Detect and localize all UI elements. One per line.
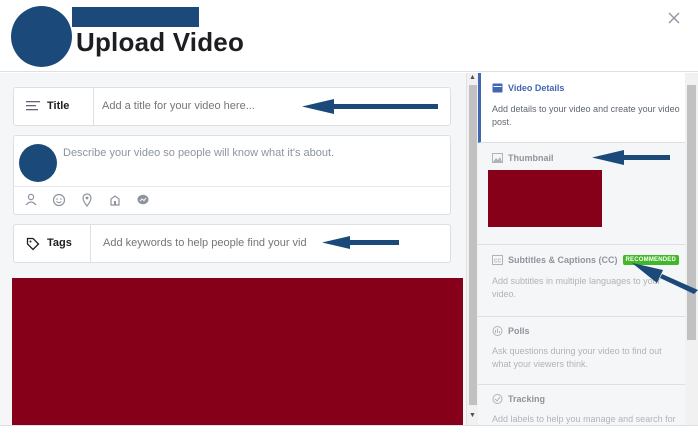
close-button[interactable]	[664, 8, 684, 28]
emoji-icon[interactable]	[52, 193, 66, 207]
sidebar-item-polls[interactable]: Polls Ask questions during your video to…	[478, 317, 685, 385]
sidebar-scrollbar[interactable]	[685, 73, 698, 425]
sidebar-item-label: Tracking	[508, 394, 546, 404]
page-title: Upload Video	[76, 27, 245, 57]
title-label: Title	[47, 100, 70, 112]
scrollbar-thumb[interactable]	[469, 85, 477, 405]
form-scrollbar[interactable]: ▲ ▼	[466, 73, 478, 425]
scroll-up-icon[interactable]: ▲	[469, 74, 476, 81]
sidebar-item-label: Thumbnail	[508, 153, 554, 163]
dialog-footer	[0, 425, 698, 434]
video-details-icon	[492, 83, 503, 93]
sidebar-item-description: Add details to your video and create you…	[492, 104, 680, 127]
author-avatar	[19, 144, 57, 182]
scroll-down-icon[interactable]: ▼	[469, 412, 476, 419]
sidebar-item-tracking[interactable]: Tracking Add labels to help you manage a…	[478, 385, 685, 425]
divider	[14, 186, 450, 187]
sidebar-item-video-details[interactable]: Video Details Add details to your video …	[478, 73, 685, 143]
title-input[interactable]	[102, 100, 442, 112]
tag-icon	[26, 237, 40, 251]
divider	[93, 88, 94, 125]
text-lines-icon	[26, 101, 40, 111]
profile-avatar	[11, 6, 72, 67]
recommended-badge: RECOMMENDED	[622, 255, 680, 265]
sidebar-item-description: Add subtitles in multiple languages to y…	[492, 276, 661, 299]
video-form-pane: Title Describe your video so people will…	[0, 73, 466, 425]
redacted-page-name	[72, 7, 199, 27]
redacted-video-preview	[12, 278, 463, 425]
sidebar-item-label: Video Details	[508, 83, 565, 93]
description-card: Describe your video so people will know …	[13, 135, 451, 215]
title-field-card: Title	[13, 87, 451, 126]
svg-text:CC: CC	[494, 259, 502, 265]
sidebar-item-label: Polls	[508, 326, 530, 336]
sidebar-item-subtitles[interactable]: CC Subtitles & Captions (CC) RECOMMENDED…	[478, 245, 685, 317]
divider	[90, 225, 91, 262]
cc-icon: CC	[492, 255, 503, 265]
dialog-header: Upload Video	[0, 0, 698, 72]
tags-input[interactable]	[103, 237, 443, 249]
location-icon[interactable]	[80, 193, 94, 207]
video-options-sidebar: Video Details Add details to your video …	[478, 73, 685, 425]
tags-label: Tags	[47, 237, 72, 249]
sidebar-item-description: Ask questions during your video to find …	[492, 346, 662, 369]
tag-people-icon[interactable]	[24, 193, 38, 207]
redacted-thumbnail	[488, 170, 602, 227]
image-icon	[492, 153, 503, 163]
sidebar-item-thumbnail[interactable]: Thumbnail	[478, 143, 685, 245]
sidebar-item-label: Subtitles & Captions (CC)	[508, 255, 618, 265]
tracking-icon	[492, 394, 503, 404]
poll-icon	[492, 326, 503, 336]
sidebar-item-description: Add labels to help you manage and search…	[492, 414, 676, 424]
close-icon	[668, 12, 680, 24]
description-input[interactable]: Describe your video so people will know …	[63, 147, 443, 159]
messenger-icon[interactable]	[136, 193, 150, 207]
tags-field-card: Tags	[13, 224, 451, 263]
check-in-icon[interactable]	[108, 193, 122, 207]
description-toolbar	[24, 193, 150, 207]
scrollbar-thumb[interactable]	[687, 85, 696, 340]
